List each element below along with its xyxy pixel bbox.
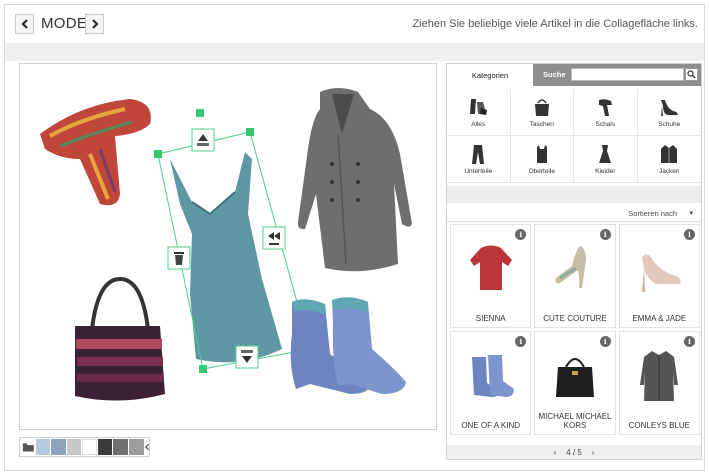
sort-dropdown[interactable]: Sortieren nach ▾: [447, 204, 701, 222]
chevron-left-icon[interactable]: [144, 442, 150, 452]
bag-icon: [534, 99, 549, 116]
catalog-panel: Kategorien Suche Alles Taschen Schals Sc…: [446, 63, 702, 460]
category-bags[interactable]: Taschen: [510, 89, 574, 136]
product-name: CUTE COUTURE: [543, 314, 607, 323]
product-card[interactable]: i CONLEYS BLUE: [618, 331, 700, 435]
category-label: Unterteile: [464, 168, 493, 175]
swatch[interactable]: [97, 439, 113, 455]
category-label: Alles: [471, 121, 486, 128]
product-name: SIENNA: [475, 314, 506, 323]
product-card[interactable]: i ONE OF A KIND: [450, 331, 532, 435]
product-card[interactable]: i EMMA & JADE: [618, 224, 700, 328]
tab-categories[interactable]: Kategorien: [447, 64, 533, 86]
category-label: Jacken: [658, 168, 680, 175]
swatch[interactable]: [128, 439, 144, 455]
pants-icon: [472, 145, 485, 164]
sandal-icon: [555, 246, 586, 288]
category-tops[interactable]: Oberteile: [510, 136, 574, 183]
flip-icon[interactable]: [262, 226, 286, 250]
category-label: Kleider: [595, 168, 616, 175]
scarf-icon: [599, 99, 613, 116]
coat-item[interactable]: [297, 88, 412, 272]
product-card[interactable]: i CUTE COUTURE: [534, 224, 616, 328]
pagination: ‹ 4 / 5 ›: [447, 445, 701, 459]
prev-mode-button[interactable]: [15, 14, 34, 34]
chevron-down-icon: ▾: [689, 210, 693, 217]
layer-up-icon[interactable]: [191, 128, 215, 152]
page-next-button[interactable]: ›: [592, 448, 595, 457]
swatch[interactable]: [35, 439, 51, 455]
trash-icon[interactable]: [167, 246, 191, 270]
collage-drawing: [40, 88, 412, 401]
handbag-item[interactable]: [75, 276, 165, 401]
chevron-right-icon: [91, 19, 98, 29]
swatch[interactable]: [66, 439, 82, 455]
all-icon: [470, 99, 488, 115]
category-dresses[interactable]: Kleider: [574, 136, 638, 183]
handbag-icon: [555, 358, 594, 397]
product-name: CONLEYS BLUE: [628, 421, 690, 430]
resize-handle-bl[interactable]: [199, 365, 207, 373]
coat-icon: [640, 351, 679, 401]
search-button[interactable]: [685, 68, 698, 81]
product-card[interactable]: i MICHAEL MICHAEL KORS: [534, 331, 616, 435]
search-input[interactable]: [571, 68, 684, 81]
resize-handle-tl[interactable]: [154, 150, 162, 158]
divider-bar: [447, 186, 701, 203]
collage-app: MODE Ziehen Sie beliebige viele Artikel …: [4, 4, 705, 471]
folder-icon[interactable]: [22, 441, 35, 453]
swatch[interactable]: [51, 439, 66, 455]
pump-icon: [642, 254, 681, 292]
page-indicator: 4 / 5: [566, 447, 582, 457]
instruction-text: Ziehen Sie beliebige viele Artikel in di…: [412, 18, 698, 30]
rotate-handle[interactable]: [196, 109, 204, 117]
page-prev-button[interactable]: ‹: [554, 448, 557, 457]
swatch[interactable]: [82, 439, 97, 455]
resize-handle-tr[interactable]: [246, 128, 254, 136]
collage-canvas[interactable]: [19, 63, 437, 430]
tab-search[interactable]: Suche: [543, 70, 566, 79]
category-scarves[interactable]: Schals: [574, 89, 638, 136]
product-card[interactable]: i SIENNA: [450, 224, 532, 328]
search-icon: [687, 70, 696, 79]
scarf-item[interactable]: [40, 99, 151, 206]
jacket-icon: [661, 145, 678, 163]
category-shoes[interactable]: Schuhe: [637, 89, 701, 136]
category-label: Taschen: [529, 121, 554, 128]
category-grid: Alles Taschen Schals Schuhe Unterteile O…: [447, 89, 701, 183]
swatch[interactable]: [113, 439, 128, 455]
product-name: EMMA & JADE: [632, 314, 687, 323]
boots-icon: [471, 355, 514, 397]
panel-tabs: Kategorien Suche: [447, 64, 701, 86]
category-all[interactable]: Alles: [447, 89, 511, 136]
category-label: Schals: [595, 121, 615, 128]
top-icon: [536, 145, 547, 163]
sort-label: Sortieren nach: [628, 209, 677, 218]
category-label: Schuhe: [658, 121, 681, 128]
product-grid: i SIENNA i CUTE COUTURE i EMMA & JADE i …: [450, 224, 700, 436]
toolbar-strip: [5, 43, 704, 61]
category-bottoms[interactable]: Unterteile: [447, 136, 511, 183]
boots-item[interactable]: [290, 297, 406, 394]
layer-down-icon[interactable]: [235, 345, 259, 369]
product-name: MICHAEL MICHAEL KORS: [538, 412, 612, 430]
category-jackets[interactable]: Jacken: [637, 136, 701, 183]
sweater-icon: [469, 245, 512, 290]
product-name: ONE OF A KIND: [461, 421, 520, 430]
mode-label: MODE: [41, 15, 88, 32]
dress-icon: [599, 145, 612, 163]
chevron-left-icon: [21, 19, 28, 29]
background-swatches: [19, 437, 150, 457]
shoe-icon: [661, 100, 679, 116]
top-bar: MODE Ziehen Sie beliebige viele Artikel …: [5, 5, 704, 41]
category-label: Oberteile: [528, 168, 555, 175]
next-mode-button[interactable]: [85, 14, 104, 34]
